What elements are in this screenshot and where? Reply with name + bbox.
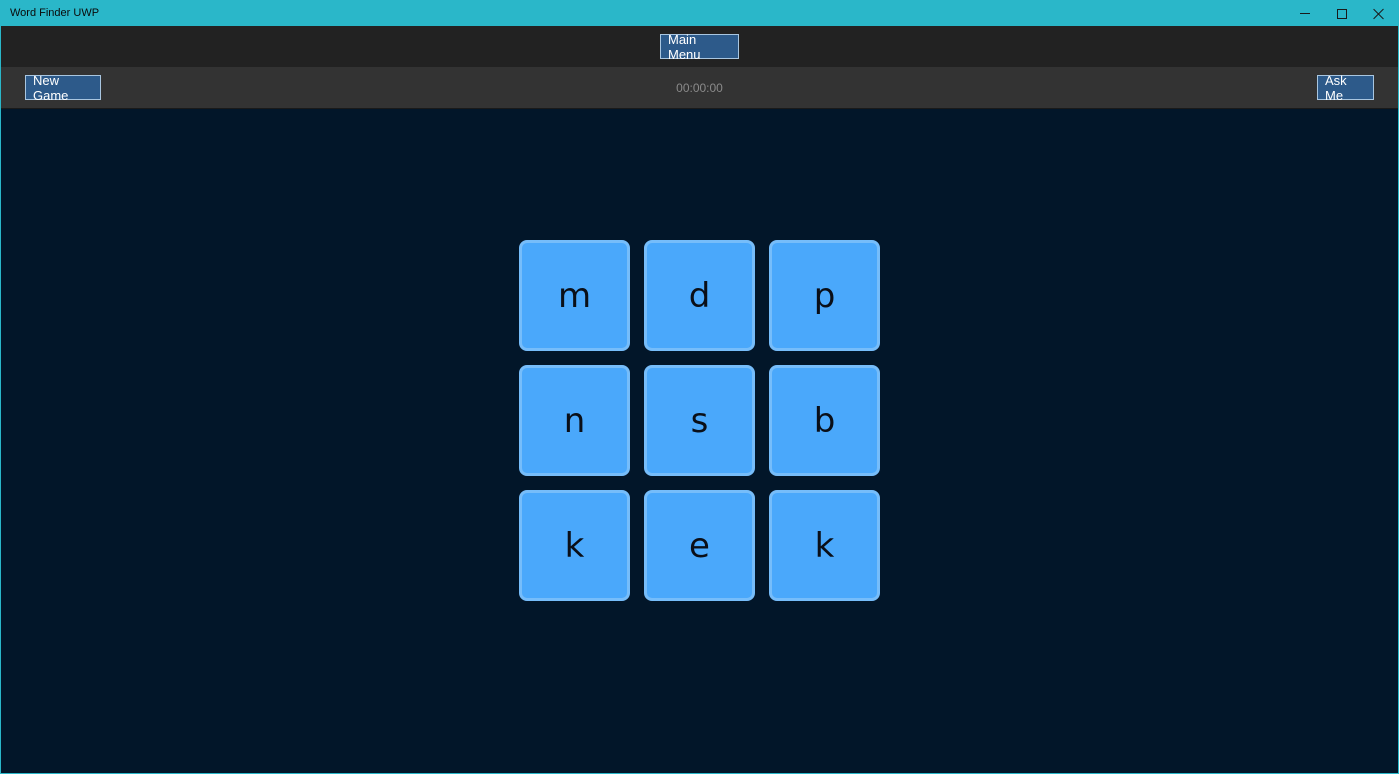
letter-tile[interactable]: p <box>769 240 880 351</box>
letter-tile[interactable]: e <box>644 490 755 601</box>
maximize-icon <box>1337 8 1347 19</box>
minimize-icon <box>1300 13 1310 14</box>
app-window: Word Finder UWP Main Menu New Game 00:00… <box>0 0 1399 774</box>
game-timer: 00:00:00 <box>676 81 723 95</box>
letter-tile[interactable]: k <box>519 490 630 601</box>
game-toolbar: New Game 00:00:00 Ask Me <box>1 67 1398 109</box>
letter-tile[interactable]: b <box>769 365 880 476</box>
letter-tile[interactable]: d <box>644 240 755 351</box>
title-bar[interactable]: Word Finder UWP <box>1 1 1398 26</box>
ask-me-button[interactable]: Ask Me <box>1317 73 1374 103</box>
minimize-button[interactable] <box>1287 1 1323 26</box>
window-title: Word Finder UWP <box>10 7 100 19</box>
top-bar: Main Menu <box>1 26 1398 67</box>
letter-grid: m d p n s b k e k <box>519 240 881 602</box>
close-button[interactable] <box>1361 1 1397 26</box>
letter-tile[interactable]: m <box>519 240 630 351</box>
close-icon <box>1373 8 1385 20</box>
maximize-button[interactable] <box>1324 1 1360 26</box>
letter-tile[interactable]: n <box>519 365 630 476</box>
letter-tile[interactable]: k <box>769 490 880 601</box>
letter-tile[interactable]: s <box>644 365 755 476</box>
main-menu-button[interactable]: Main Menu <box>660 32 739 62</box>
